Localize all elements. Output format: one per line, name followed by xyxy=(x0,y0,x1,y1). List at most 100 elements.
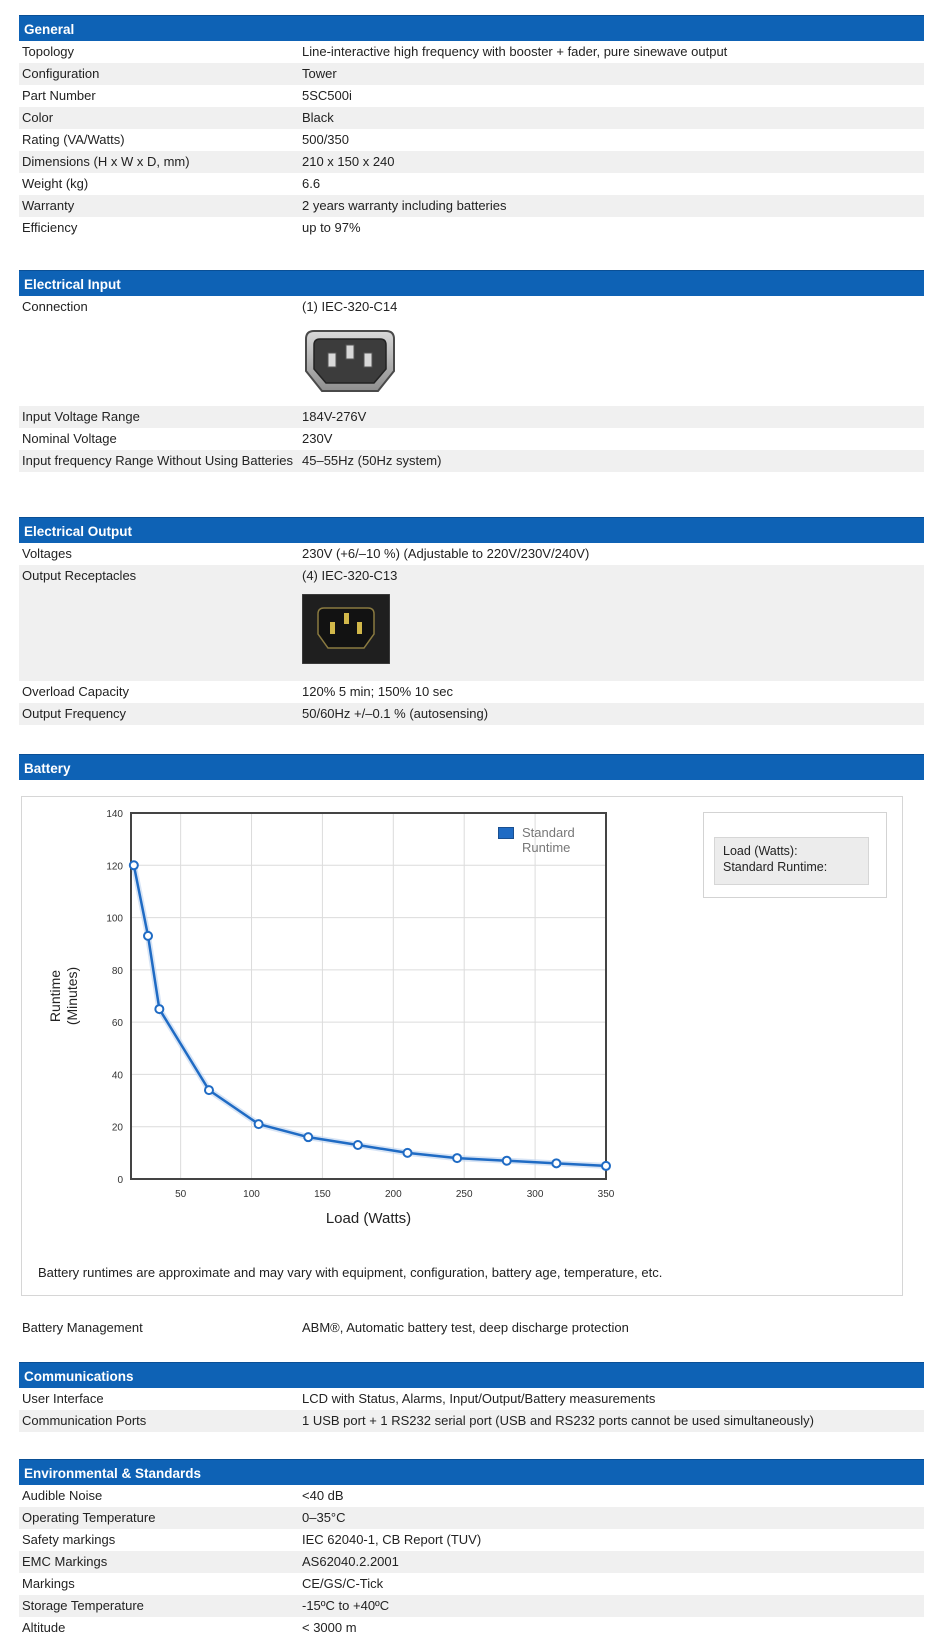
spec-value: 5SC500i xyxy=(302,88,352,103)
spec-label: Output Frequency xyxy=(22,706,127,721)
spec-value: <40 dB xyxy=(302,1488,344,1503)
table-row: Warranty 2 years warranty including batte… xyxy=(19,195,924,217)
table-row: Part Number 5SC500i xyxy=(19,85,924,107)
spec-label: Topology xyxy=(22,44,75,59)
table-row: Nominal Voltage 230V xyxy=(19,428,924,450)
table-row: Output Frequency 50/60Hz +/–0.1 % (autose… xyxy=(19,703,924,725)
data-point xyxy=(352,1140,363,1151)
y-tick-label: 40 xyxy=(112,1070,124,1081)
communications-header: Communications xyxy=(19,1362,924,1388)
spec-label: Part Number xyxy=(22,88,96,103)
table-row: Input frequency Range Without Using Batt… xyxy=(19,450,924,472)
spec-value: 210 x 150 x 240 xyxy=(302,154,395,169)
y-tick-label: 80 xyxy=(112,966,124,977)
voltages-row: Voltages 230V (+6/–10 %) (Adjustable to … xyxy=(19,543,924,565)
environmental-table: Audible Noise <40 dB Operating Temperature… xyxy=(19,1485,924,1639)
general-table: Topology Line-interactive high frequency … xyxy=(19,41,924,239)
spec-value: 1 USB port + 1 RS232 serial port (USB an… xyxy=(302,1413,814,1428)
electrical-input-section: Electrical Input Connection (1) IEC-320-… xyxy=(19,270,924,472)
spec-value: 2 years warranty including batteries xyxy=(302,198,507,213)
chart-legend[interactable]: Standard Runtime xyxy=(498,825,592,855)
x-axis-label: Load (Watts) xyxy=(326,1210,411,1227)
spec-value: 120% 5 min; 150% 10 sec xyxy=(302,684,454,699)
tooltip-runtime-label: Standard Runtime: xyxy=(723,860,828,874)
table-row: Altitude < 3000 m xyxy=(19,1617,924,1639)
table-row: User Interface LCD with Status, Alarms, I… xyxy=(19,1388,924,1410)
y-tick-label: 140 xyxy=(106,809,123,820)
spec-value: 184V-276V xyxy=(302,409,367,424)
data-point xyxy=(452,1153,463,1164)
x-tick-label: 200 xyxy=(385,1189,402,1200)
table-row: Audible Noise <40 dB xyxy=(19,1485,924,1507)
voltages-value: 230V (+6/–10 %) (Adjustable to 220V/230V… xyxy=(302,546,590,561)
data-point xyxy=(154,1004,165,1015)
spec-label: Configuration xyxy=(22,66,100,81)
legend-swatch xyxy=(498,827,514,839)
communications-table: User Interface LCD with Status, Alarms, I… xyxy=(19,1388,924,1432)
y-axis-label-units: (Minutes) xyxy=(64,967,80,1025)
spec-value: Tower xyxy=(302,66,337,81)
y-tick-label: 100 xyxy=(106,914,123,925)
table-row: Communication Ports 1 USB port + 1 RS232 … xyxy=(19,1410,924,1432)
battery-section: Battery xyxy=(19,754,924,780)
runtime-chart-panel: 50 100 150 200 250 300 350 0 20 40 60 80 100 120 140 Lo… xyxy=(21,796,903,1296)
runtime-chart: 50 100 150 200 250 300 350 0 20 40 60 80 100 120 140 Lo… xyxy=(47,809,615,1227)
spec-value: -15ºC to +40ºC xyxy=(302,1598,390,1613)
battery-management-row: Battery Management ABM®, Automatic batte… xyxy=(19,1317,924,1339)
spec-value: AS62040.2.2001 xyxy=(302,1554,399,1569)
x-tick-label: 250 xyxy=(456,1189,473,1200)
table-row: Overload Capacity 120% 5 min; 150% 10 sec xyxy=(19,681,924,703)
spec-label: Audible Noise xyxy=(22,1488,103,1503)
general-header: General xyxy=(19,15,924,41)
voltages-label: Voltages xyxy=(22,546,72,561)
data-point xyxy=(501,1155,512,1166)
spec-value: 0–35°C xyxy=(302,1510,346,1525)
x-tick-label: 150 xyxy=(314,1189,331,1200)
battery-management-label: Battery Management xyxy=(22,1320,143,1335)
data-point xyxy=(143,930,154,941)
environmental-header: Environmental & Standards xyxy=(19,1459,924,1485)
spec-value: up to 97% xyxy=(302,220,361,235)
table-row: Topology Line-interactive high frequency … xyxy=(19,41,924,63)
spec-label: Color xyxy=(22,110,54,125)
output-receptacles-row: Output Receptacles (4) IEC-320-C13 xyxy=(19,565,924,681)
spec-value: LCD with Status, Alarms, Input/Output/Ba… xyxy=(302,1391,656,1406)
spec-value: CE/GS/C-Tick xyxy=(302,1576,384,1591)
spec-value: < 3000 m xyxy=(302,1620,357,1635)
battery-management-value: ABM®, Automatic battery test, deep disch… xyxy=(302,1320,629,1335)
y-tick-label: 60 xyxy=(112,1018,124,1029)
spec-label: Rating (VA/Watts) xyxy=(22,132,125,147)
spec-value: 6.6 xyxy=(302,176,321,191)
electrical-output-header: Electrical Output xyxy=(19,517,924,543)
iec-c14-inlet-image xyxy=(302,327,922,401)
data-point xyxy=(303,1132,314,1143)
table-row: Input Voltage Range 184V-276V xyxy=(19,406,924,428)
spec-label: Input frequency Range Without Using Batt… xyxy=(22,453,293,468)
y-tick-label: 120 xyxy=(106,861,123,872)
table-row: Dimensions (H x W x D, mm) 210 x 150 x 24… xyxy=(19,151,924,173)
table-row: Operating Temperature 0–35°C xyxy=(19,1507,924,1529)
spec-value: 230V xyxy=(302,431,333,446)
battery-disclaimer: Battery runtimes are approximate and may… xyxy=(38,1265,663,1280)
battery-management-row-wrap: Battery Management ABM®, Automatic batte… xyxy=(19,1317,924,1339)
spec-label: Altitude xyxy=(22,1620,66,1635)
spec-label: Input Voltage Range xyxy=(22,409,140,424)
table-row: EMC Markings AS62040.2.2001 xyxy=(19,1551,924,1573)
table-row: Storage Temperature -15ºC to +40ºC xyxy=(19,1595,924,1617)
spec-label: Safety markings xyxy=(22,1532,116,1547)
output-receptacles-value: (4) IEC-320-C13 xyxy=(302,568,398,583)
tooltip-load-label: Load (Watts): xyxy=(723,844,798,858)
spec-label: Warranty xyxy=(22,198,75,213)
connection-row: Connection (1) IEC-320-C14 xyxy=(19,296,924,406)
y-axis-label: Runtime xyxy=(47,970,63,1022)
table-row: Color Black xyxy=(19,107,924,129)
y-tick-label: 0 xyxy=(117,1175,123,1186)
communications-section: Communications User Interface LCD with St… xyxy=(19,1362,924,1432)
chart-tooltip-panel: Load (Watts): Standard Runtime: xyxy=(703,812,887,898)
x-tick-label: 50 xyxy=(175,1189,187,1200)
spec-label: User Interface xyxy=(22,1391,104,1406)
data-point xyxy=(253,1119,264,1130)
data-point xyxy=(601,1160,611,1171)
battery-header: Battery xyxy=(19,754,924,780)
spec-value: 50/60Hz +/–0.1 % (autosensing) xyxy=(302,706,489,721)
